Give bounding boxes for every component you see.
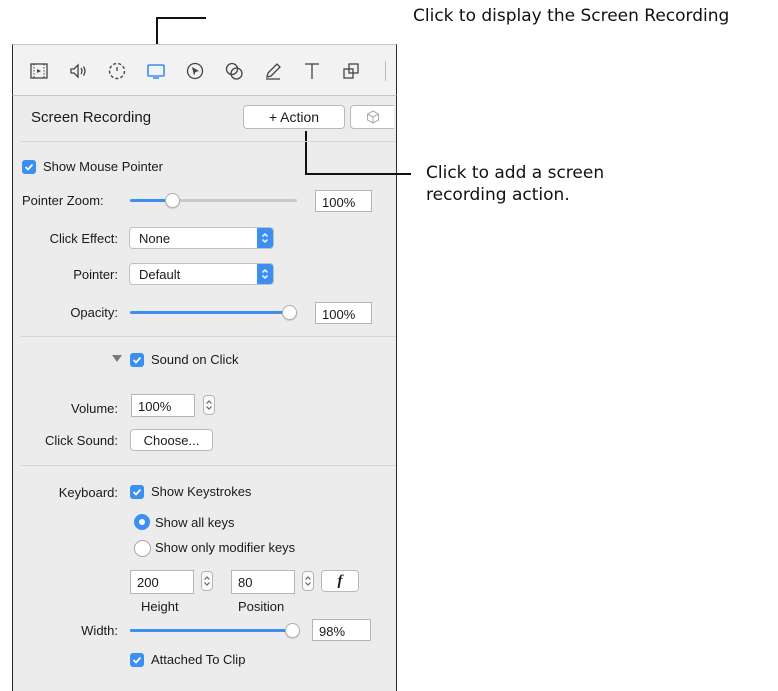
disclosure-triangle-icon[interactable]: [112, 355, 122, 362]
height-caption: Height: [141, 599, 179, 614]
screen-icon[interactable]: [144, 59, 168, 83]
click-effect-value: None: [139, 231, 171, 246]
cube-button[interactable]: [350, 105, 394, 129]
dashed-circle-icon[interactable]: [105, 59, 129, 83]
sound-on-click-label: Sound on Click: [151, 352, 239, 367]
choose-sound-button[interactable]: Choose...: [130, 429, 213, 451]
annotation-top: Click to display the Screen Recording: [413, 6, 730, 26]
position-caption: Position: [238, 599, 285, 614]
radio-show-modifier-keys-label: Show only modifier keys: [155, 540, 296, 555]
position-stepper[interactable]: [302, 571, 314, 591]
width-knob[interactable]: [285, 623, 300, 638]
divider-pointer: [20, 336, 396, 337]
attached-to-clip-checkbox[interactable]: [130, 653, 144, 667]
pointer-zoom-label: Pointer Zoom:: [22, 193, 104, 208]
chevron-updown-icon: [257, 228, 273, 248]
divider-sound: [20, 465, 396, 466]
pencil-icon[interactable]: [261, 59, 285, 83]
width-fill: [130, 629, 297, 632]
pointer-zoom-slider[interactable]: [130, 193, 297, 208]
height-field[interactable]: 200: [130, 570, 194, 594]
show-keystrokes-label: Show Keystrokes: [151, 484, 252, 499]
function-button[interactable]: f: [321, 570, 359, 592]
function-label: f: [337, 573, 343, 589]
click-effect-select[interactable]: None: [129, 227, 274, 249]
panel-title: Screen Recording: [31, 109, 152, 126]
text-T-icon[interactable]: [300, 59, 324, 83]
annotation-action-line2: recording action.: [426, 185, 570, 205]
keyboard-label: Keyboard:: [58, 485, 118, 500]
show-keystrokes-checkbox[interactable]: [130, 485, 144, 499]
radio-show-modifier-keys[interactable]: [134, 540, 151, 557]
inspector-toolbar: [12, 44, 397, 96]
toolbar-overflow-divider: [385, 61, 386, 81]
volume-stepper[interactable]: [203, 395, 215, 415]
pointer-zoom-field[interactable]: 100%: [315, 190, 372, 212]
pointer-select[interactable]: Default: [129, 263, 274, 285]
show-mouse-pointer-label: Show Mouse Pointer: [43, 159, 163, 174]
opacity-slider[interactable]: [130, 305, 297, 320]
volume-label: Volume:: [71, 401, 118, 416]
callout-line-action-horizontal: [305, 173, 411, 175]
callout-line-top-horizontal: [156, 17, 206, 19]
chevron-updown-icon: [257, 264, 273, 284]
callout-line-top-vertical: [156, 17, 158, 47]
sound-on-click-checkbox[interactable]: [130, 353, 144, 367]
cube-icon: [366, 110, 380, 127]
width-field[interactable]: 98%: [312, 619, 371, 641]
add-action-button[interactable]: + Action: [243, 105, 345, 129]
annotation-action-line1: Click to add a screen: [426, 163, 605, 183]
volume-field[interactable]: 100%: [131, 394, 195, 417]
filmstrip-icon[interactable]: [27, 59, 51, 83]
opacity-knob[interactable]: [282, 305, 297, 320]
opacity-label: Opacity:: [70, 305, 118, 320]
pointer-value: Default: [139, 267, 181, 282]
click-effect-label: Click Effect:: [49, 231, 118, 246]
show-mouse-pointer-checkbox[interactable]: [22, 160, 36, 174]
width-label: Width:: [81, 623, 118, 638]
speaker-icon[interactable]: [66, 59, 90, 83]
callout-line-action-vertical: [305, 131, 307, 174]
attached-to-clip-label: Attached To Clip: [151, 652, 246, 667]
radio-show-all-keys[interactable]: [134, 514, 150, 530]
opacity-fill: [130, 311, 297, 314]
radio-show-all-keys-label: Show all keys: [155, 515, 235, 530]
pointer-zoom-knob[interactable]: [165, 193, 180, 208]
height-stepper[interactable]: [201, 571, 213, 591]
opacity-field[interactable]: 100%: [315, 302, 372, 324]
divider-header: [20, 141, 396, 142]
pointer-label: Pointer:: [73, 267, 118, 282]
overlap-circles-icon[interactable]: [222, 59, 246, 83]
pointer-cursor-icon[interactable]: [183, 59, 207, 83]
width-slider[interactable]: [130, 623, 300, 638]
layers-icon[interactable]: [339, 59, 363, 83]
position-field[interactable]: 80: [231, 570, 295, 594]
click-sound-label: Click Sound:: [45, 433, 118, 448]
